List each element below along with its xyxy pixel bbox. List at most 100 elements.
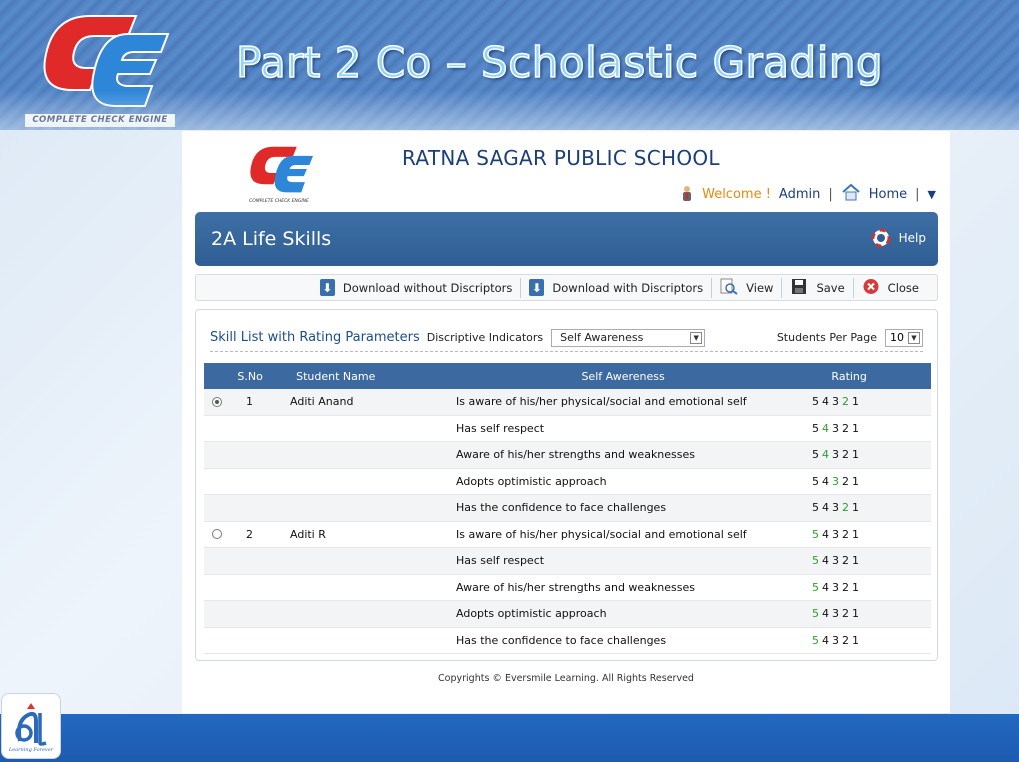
menu-dropdown-icon[interactable]: ▼ xyxy=(928,188,936,201)
rating-option[interactable]: 2 xyxy=(842,422,852,435)
rating-option[interactable]: 1 xyxy=(852,395,862,408)
rating-option[interactable]: 1 xyxy=(852,528,862,541)
header-rating: Rating xyxy=(831,369,867,383)
rating-option[interactable]: 1 xyxy=(852,607,862,620)
rating-option[interactable]: 5 xyxy=(812,448,822,461)
rating-option[interactable]: 4 xyxy=(822,634,832,647)
rating-option[interactable]: 4 xyxy=(822,581,832,594)
slide-title: Part 2 Co – Scholastic Grading xyxy=(235,37,884,88)
user-bar: Welcome ! Admin | Home | ▼ xyxy=(680,183,936,205)
home-icon[interactable] xyxy=(841,183,861,205)
sno-cell: 2 xyxy=(246,527,253,541)
rating-option[interactable]: 3 xyxy=(832,554,842,567)
school-logo xyxy=(242,142,320,206)
skill-cell: Adopts optimistic approach xyxy=(456,474,607,488)
descriptive-indicators-select[interactable]: Self Awareness ▼ xyxy=(551,328,706,347)
rating-cell: 54321 xyxy=(808,634,928,647)
rating-option[interactable]: 2 xyxy=(842,448,852,461)
rating-option[interactable]: 2 xyxy=(842,501,852,514)
rating-option[interactable]: 1 xyxy=(852,581,862,594)
rating-option[interactable]: 1 xyxy=(852,475,862,488)
download-without-button[interactable]: ⬇ Download without Discriptors xyxy=(312,278,521,298)
rating-option[interactable]: 2 xyxy=(842,554,852,567)
table-row: 1 Aditi Anand Is aware of his/her physical… xyxy=(204,389,931,416)
rating-option[interactable]: 5 xyxy=(812,501,822,514)
table-row: Aware of his/her strengths and weaknesse… xyxy=(204,575,931,601)
download-icon: ⬇ xyxy=(319,279,335,296)
row-select-cell xyxy=(204,529,230,540)
rating-option[interactable]: 4 xyxy=(822,501,832,514)
rating-option[interactable]: 5 xyxy=(812,475,822,488)
help-button[interactable]: Help xyxy=(871,228,926,248)
rating-option[interactable]: 3 xyxy=(832,395,842,408)
rating-option[interactable]: 1 xyxy=(852,448,862,461)
rating-option[interactable]: 3 xyxy=(832,422,842,435)
rating-option[interactable]: 4 xyxy=(822,475,832,488)
rating-option[interactable]: 1 xyxy=(852,501,862,514)
rating-option[interactable]: 4 xyxy=(822,528,832,541)
skill-cell: Aware of his/her strengths and weaknesse… xyxy=(456,580,696,594)
descriptive-indicators-label: Discriptive Indicators xyxy=(426,331,544,344)
rating-option[interactable]: 5 xyxy=(812,607,822,620)
school-name: RATNA SAGAR PUBLIC SCHOOL xyxy=(402,146,720,170)
rating-option[interactable]: 5 xyxy=(812,528,822,541)
rating-option[interactable]: 4 xyxy=(822,554,832,567)
descriptive-indicators-value: Self Awareness xyxy=(560,331,644,344)
students-per-page-select[interactable]: 10 ▼ xyxy=(885,328,923,347)
rating-option[interactable]: 3 xyxy=(832,501,842,514)
student-radio[interactable] xyxy=(212,529,222,540)
student-radio[interactable] xyxy=(212,396,222,407)
rating-option[interactable]: 3 xyxy=(832,448,842,461)
student-name-cell: Aditi R xyxy=(290,527,326,541)
rating-option[interactable]: 5 xyxy=(812,395,822,408)
admin-link[interactable]: Admin xyxy=(779,187,820,202)
rating-option[interactable]: 2 xyxy=(842,607,852,620)
page-title-bar: 2A Life Skills Help xyxy=(195,212,938,266)
rating-option[interactable]: 3 xyxy=(832,607,842,620)
rating-option[interactable]: 2 xyxy=(842,634,852,647)
rating-option[interactable]: 4 xyxy=(822,607,832,620)
rating-option[interactable]: 5 xyxy=(812,634,822,647)
close-label: Close xyxy=(887,280,919,295)
person-icon xyxy=(680,185,694,203)
rating-option[interactable]: 4 xyxy=(822,448,832,461)
home-link[interactable]: Home xyxy=(869,187,907,202)
rating-option[interactable]: 4 xyxy=(822,395,832,408)
rating-cell: 54321 xyxy=(808,607,928,620)
rating-option[interactable]: 1 xyxy=(852,634,862,647)
header-sno: S.No xyxy=(237,369,263,383)
rating-cell: 54321 xyxy=(808,554,928,567)
rating-option[interactable]: 3 xyxy=(832,528,842,541)
save-button[interactable]: Save xyxy=(781,277,852,298)
download-icon: ⬇ xyxy=(529,279,545,296)
rating-cell: 54321 xyxy=(808,422,928,435)
rating-option[interactable]: 2 xyxy=(842,395,852,408)
rating-cell: 54321 xyxy=(808,448,928,461)
skill-cell: Has self respect xyxy=(456,554,545,568)
rating-option[interactable]: 2 xyxy=(842,528,852,541)
rating-cell: 54321 xyxy=(808,528,928,541)
table-row: Adopts optimistic approach 54321 xyxy=(204,601,931,628)
skill-cell: Has self respect xyxy=(456,421,545,435)
rating-option[interactable]: 3 xyxy=(832,475,842,488)
rating-option[interactable]: 1 xyxy=(852,554,862,567)
header-skill: Self Awereness xyxy=(581,369,665,383)
rating-option[interactable]: 2 xyxy=(842,475,852,488)
toolbar: ⬇ Download without Discriptors ⬇ Downloa… xyxy=(195,274,938,301)
rating-option[interactable]: 5 xyxy=(812,554,822,567)
view-button[interactable]: View xyxy=(711,277,781,298)
chevron-down-icon: ▼ xyxy=(690,331,703,344)
rating-option[interactable]: 5 xyxy=(812,581,822,594)
download-with-button[interactable]: ⬇ Download with Discriptors xyxy=(520,277,711,298)
skill-cell: Adopts optimistic approach xyxy=(456,607,607,621)
rating-option[interactable]: 5 xyxy=(812,422,822,435)
close-button[interactable]: Close xyxy=(852,277,927,298)
panel-header: Skill List with Rating Parameters Discri… xyxy=(210,324,923,352)
rating-option[interactable]: 4 xyxy=(822,422,832,435)
rating-option[interactable]: 3 xyxy=(832,581,842,594)
rating-option[interactable]: 2 xyxy=(842,581,852,594)
rating-option[interactable]: 3 xyxy=(832,634,842,647)
school-logo-caption: COMPLETE CHECK ENGINE xyxy=(249,199,309,204)
chevron-down-icon: ▼ xyxy=(908,331,920,344)
rating-option[interactable]: 1 xyxy=(852,422,862,435)
